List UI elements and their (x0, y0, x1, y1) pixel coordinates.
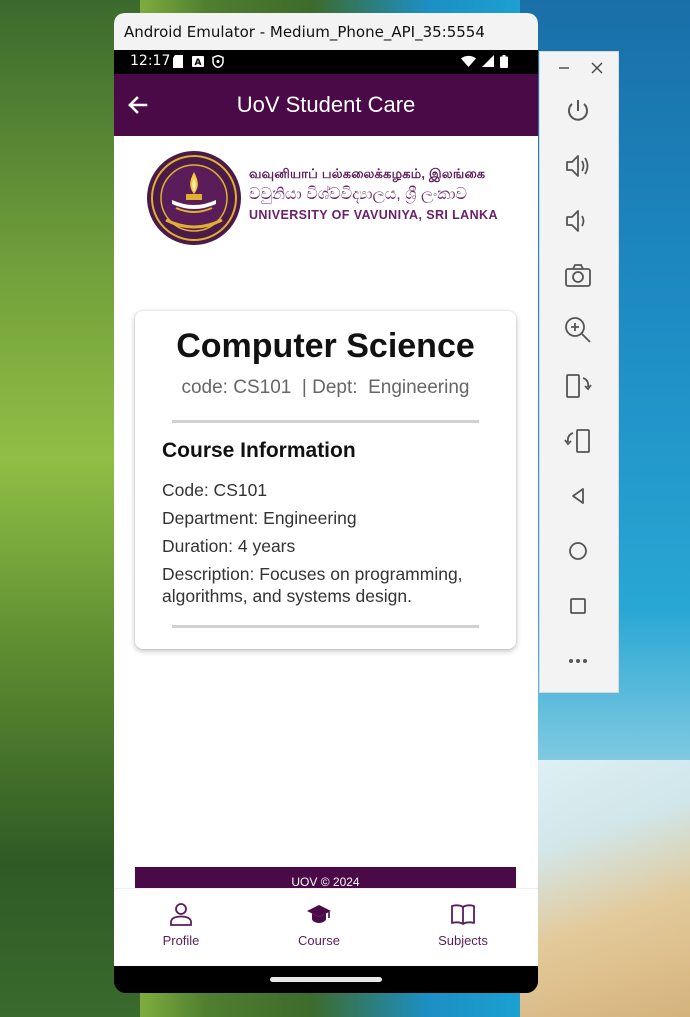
graduation-cap-icon (307, 905, 331, 923)
sd-card-icon (173, 55, 183, 68)
power-icon[interactable] (562, 95, 594, 127)
emulator-title: Android Emulator - Medium_Phone_API_35:5… (124, 23, 485, 41)
nav-item-subjects[interactable]: Subjects (408, 901, 518, 948)
minimize-icon[interactable] (557, 60, 571, 76)
volume-up-icon[interactable] (562, 150, 594, 182)
course-description: Description: Focuses on programming, alg… (162, 564, 463, 606)
course-card: Computer Science code: CS101 | Dept: Eng… (135, 311, 516, 649)
rotate-right-icon[interactable] (562, 425, 594, 457)
overview-icon[interactable] (562, 590, 594, 622)
gesture-handle[interactable] (270, 977, 382, 982)
more-icon[interactable] (562, 645, 594, 677)
course-subtitle: code: CS101 | Dept: Engineering (181, 377, 470, 398)
nav-item-course[interactable]: Course (264, 901, 374, 948)
camera-icon[interactable] (562, 260, 594, 292)
battery-icon (500, 55, 508, 68)
university-name-tamil: வவுனியாப் பல்கலைக்கழகம், இலங்கை (249, 166, 486, 181)
signal-icon (482, 55, 494, 67)
back-icon[interactable] (562, 480, 594, 512)
nav-label-subjects: Subjects (438, 933, 488, 948)
rotate-left-icon[interactable] (562, 370, 594, 402)
status-icons-right (461, 55, 508, 68)
emulator-side-toolbar (539, 51, 619, 693)
university-name: வவுனியாப் பல்கலைக்கழகம், இலங்கை වවුනියා … (249, 166, 509, 222)
bottom-nav: Profile Course Subjects (114, 888, 538, 966)
volume-down-icon[interactable] (562, 205, 594, 237)
toolbar-window-controls (540, 60, 620, 80)
app-title: UoV Student Care (236, 92, 416, 117)
card-divider (172, 420, 479, 423)
university-name-sinhala: වවුනියා විශ්වවිද්‍යාලය, ශ්‍රී ලංකාව (249, 186, 468, 203)
wallpaper-shore (538, 760, 690, 1017)
course-duration: Duration: 4 years (162, 536, 296, 556)
emulator-window: Android Emulator - Medium_Phone_API_35:5… (114, 13, 538, 993)
university-logo: வவுனியாப் பல்கலைக்கழகம், இலங்கை වවුනියා … (146, 150, 506, 250)
course-info-list: Code: CS101 Department: Engineering Dura… (162, 479, 502, 613)
university-seal-icon (147, 151, 241, 245)
a-icon: A (192, 56, 204, 68)
svg-text:A: A (195, 58, 202, 68)
nav-item-profile[interactable]: Profile (126, 901, 236, 948)
book-icon (451, 904, 475, 925)
zoom-in-icon[interactable] (562, 314, 594, 346)
status-time: 12:17 (130, 53, 171, 69)
card-divider (172, 625, 479, 628)
person-icon (170, 903, 192, 926)
nav-label-profile: Profile (162, 933, 200, 948)
course-title: Computer Science (176, 327, 475, 365)
wifi-icon (461, 55, 476, 67)
status-icons-left: A (172, 55, 224, 68)
emulator-titlebar[interactable]: Android Emulator - Medium_Phone_API_35:5… (114, 13, 538, 50)
shield-icon (212, 55, 224, 68)
course-department: Department: Engineering (162, 508, 357, 528)
home-icon[interactable] (562, 535, 594, 567)
course-info-heading: Course Information (162, 439, 356, 462)
status-bar: 12:17 A (114, 50, 538, 74)
app-bar: UoV Student Care (114, 74, 538, 136)
nav-label-course: Course (298, 933, 340, 948)
gesture-area (114, 966, 538, 993)
course-code: Code: CS101 (162, 480, 268, 500)
course-screen: வவுனியாப் பல்கலைக்கழகம், இலங்கை වවුනියා … (114, 136, 538, 898)
close-icon[interactable] (590, 60, 604, 76)
university-name-english: UNIVERSITY OF VAVUNIYA, SRI LANKA (249, 208, 498, 222)
